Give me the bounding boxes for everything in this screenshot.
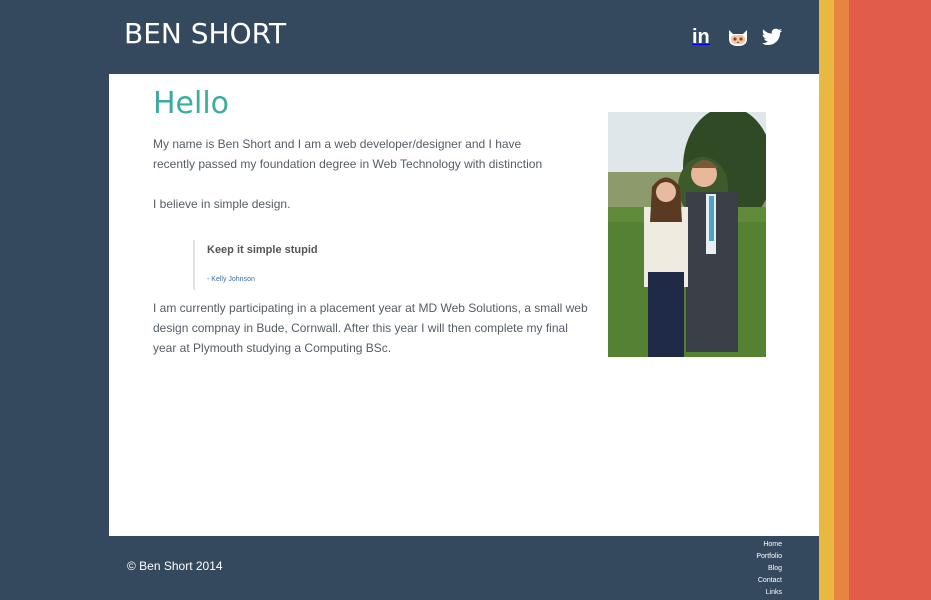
belief-text: I believe in simple design. <box>153 197 291 211</box>
site-title[interactable]: BEN SHORT <box>124 17 286 50</box>
footer-link-blog[interactable]: Blog <box>756 563 782 575</box>
site-footer: © Ben Short 2014 Home Portfolio Blog Con… <box>0 537 819 600</box>
twitter-link[interactable] <box>760 25 784 49</box>
footer-link-links[interactable]: Links <box>756 587 782 599</box>
linkedin-link[interactable]: in <box>692 25 716 49</box>
copyright-text: © Ben Short 2014 <box>127 559 223 573</box>
decorative-stripe-orange <box>834 0 849 600</box>
social-links: in <box>692 25 784 49</box>
quote-author: - Kelly Johnson <box>207 276 255 283</box>
linkedin-icon: in <box>692 26 710 48</box>
decorative-stripe-red <box>849 0 931 600</box>
placement-text: I am currently participating in a placem… <box>153 301 588 355</box>
footer-link-portfolio[interactable]: Portfolio <box>756 551 782 563</box>
twitter-icon <box>762 28 782 45</box>
content-panel: Hello My name is Ben Short and I am a we… <box>109 74 819 536</box>
footer-nav: Home Portfolio Blog Contact Links <box>756 539 782 599</box>
page-heading: Hello <box>153 86 230 121</box>
github-link[interactable] <box>726 25 750 49</box>
quote-block: Keep it simple stupid - Kelly Johnson <box>193 240 493 290</box>
intro-text: My name is Ben Short and I am a web deve… <box>153 137 543 171</box>
quote-text: Keep it simple stupid <box>207 244 318 256</box>
github-icon <box>729 30 747 46</box>
profile-photo <box>608 112 766 357</box>
footer-link-contact[interactable]: Contact <box>756 575 782 587</box>
site-header: BEN SHORT in <box>0 0 819 73</box>
decorative-stripe-yellow <box>819 0 834 600</box>
footer-link-home[interactable]: Home <box>756 539 782 551</box>
